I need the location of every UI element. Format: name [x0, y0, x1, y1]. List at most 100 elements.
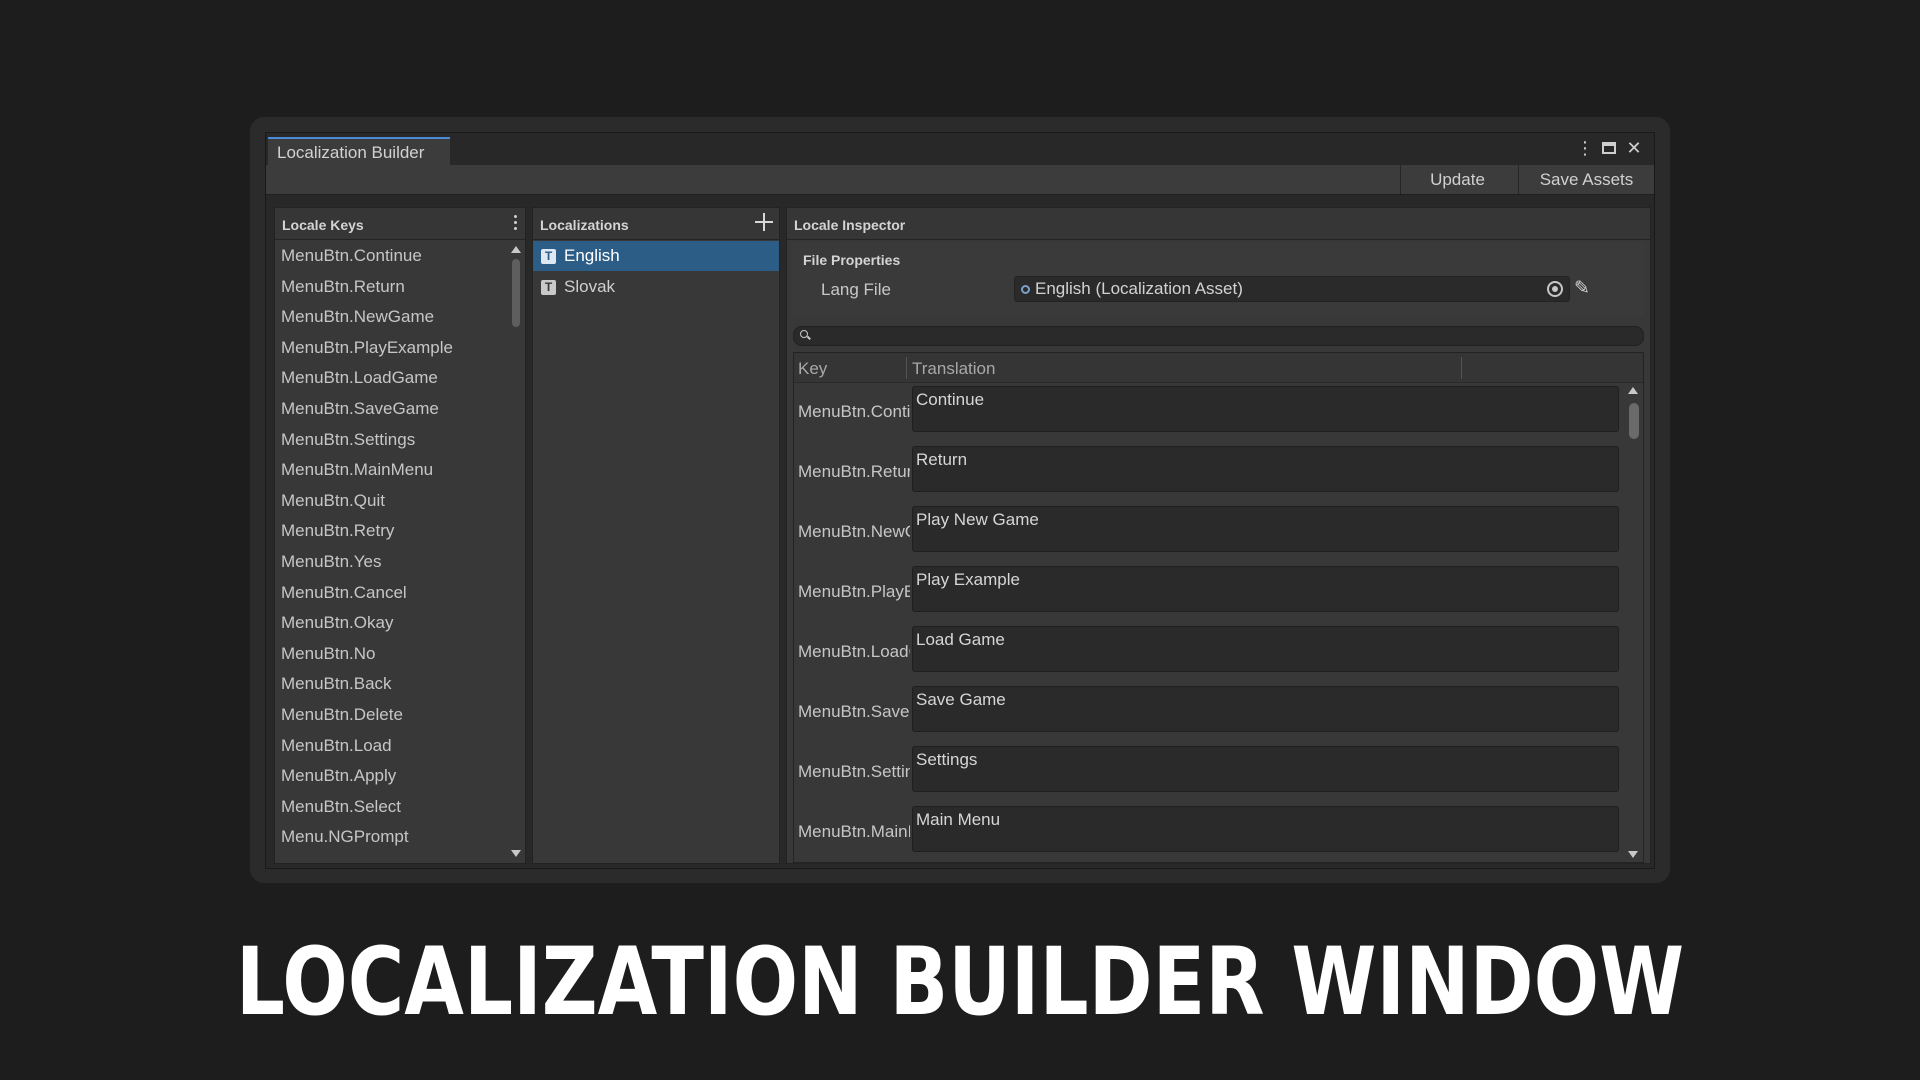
scroll-down-icon[interactable]	[511, 850, 521, 857]
locale-keys-title: Locale Keys	[282, 217, 364, 233]
table-row: MenuBtn.LoadGameLoad Game	[794, 623, 1621, 683]
localizations-header: Localizations	[533, 208, 779, 240]
more-options-icon[interactable]: ⋮	[1576, 139, 1594, 157]
translation-field[interactable]: Save Game	[912, 686, 1619, 732]
table-scrollbar[interactable]	[1623, 383, 1643, 862]
column-header-translation[interactable]: Translation	[912, 359, 995, 379]
scroll-up-icon[interactable]	[511, 246, 521, 253]
table-row: MenuBtn.NewGamePlay New Game	[794, 503, 1621, 563]
table-row: MenuBtn.PlayExamplePlay Example	[794, 563, 1621, 623]
table-row: MenuBtn.SaveGameSave Game	[794, 683, 1621, 743]
locale-keys-scrollbar[interactable]	[507, 241, 525, 863]
scroll-thumb[interactable]	[512, 259, 520, 327]
locale-key-item[interactable]: MenuBtn.LoadGame	[275, 363, 507, 394]
kebab-menu-icon[interactable]	[514, 215, 517, 230]
object-picker-icon[interactable]	[1547, 281, 1563, 297]
localizations-pane: Localizations T English T Slovak	[532, 207, 780, 864]
locale-key-item[interactable]: MenuBtn.PlayExample	[275, 333, 507, 364]
toolbar: Update Save Assets	[266, 165, 1654, 195]
localizations-list: T English T Slovak	[533, 241, 779, 302]
locale-keys-pane: Locale Keys MenuBtn.Continue MenuBtn.Retu…	[274, 207, 526, 864]
table-row: MenuBtn.SettingsSettings	[794, 743, 1621, 803]
window-tab[interactable]: Localization Builder	[268, 137, 450, 165]
locale-key-item[interactable]: MenuBtn.Okay	[275, 608, 507, 639]
file-properties-title: File Properties	[803, 252, 901, 268]
scroll-down-icon[interactable]	[1628, 851, 1638, 858]
search-input[interactable]	[793, 326, 1644, 346]
locale-keys-list: MenuBtn.Continue MenuBtn.Return MenuBtn.Ne…	[275, 241, 507, 863]
translation-field[interactable]: Continue	[912, 386, 1619, 432]
locale-keys-header: Locale Keys	[275, 208, 525, 240]
localization-item[interactable]: T Slovak	[533, 272, 779, 302]
locale-key-item[interactable]: MenuBtn.MainMenu	[275, 455, 507, 486]
row-key: MenuBtn.Settings	[798, 762, 910, 781]
column-divider[interactable]	[1461, 357, 1462, 379]
lang-file-value: English (Localization Asset)	[1035, 279, 1243, 298]
locale-key-item[interactable]: MenuBtn.Apply	[275, 761, 507, 792]
title-bar: Localization Builder ⋮ ✕	[266, 133, 1654, 165]
translation-field[interactable]: Return	[912, 446, 1619, 492]
table-row: MenuBtn.Return Return	[794, 443, 1621, 503]
locale-inspector-pane: Locale Inspector File Properties Lang Fi…	[786, 207, 1651, 864]
row-key: MenuBtn.NewGame	[798, 522, 910, 541]
locale-inspector-header: Locale Inspector	[787, 208, 1650, 240]
maximize-icon[interactable]	[1602, 142, 1616, 154]
localization-builder-window: Localization Builder ⋮ ✕ Update Save Ass…	[265, 132, 1655, 869]
update-button[interactable]: Update	[1400, 165, 1514, 194]
row-key: MenuBtn.Continue	[798, 402, 910, 421]
locale-key-item[interactable]: MenuBtn.Return	[275, 272, 507, 303]
locale-key-item[interactable]: MenuBtn.NewGame	[275, 302, 507, 333]
locale-key-item[interactable]: MenuBtn.No	[275, 639, 507, 670]
locale-inspector-title: Locale Inspector	[794, 217, 906, 233]
caption-title: LOCALIZATION BUILDER WINDOW	[235, 928, 1685, 1037]
save-assets-button[interactable]: Save Assets	[1518, 165, 1654, 194]
lang-file-label: Lang File	[821, 280, 891, 299]
translation-field[interactable]: Load Game	[912, 626, 1619, 672]
window-controls: ⋮ ✕	[1576, 139, 1642, 157]
locale-key-item[interactable]: MenuBtn.Select	[275, 792, 507, 823]
locale-key-item[interactable]: MenuBtn.Continue	[275, 241, 507, 272]
scroll-up-icon[interactable]	[1628, 387, 1638, 394]
locale-key-item[interactable]: MenuBtn.Retry	[275, 516, 507, 547]
text-asset-icon: T	[541, 279, 556, 295]
row-key: MenuBtn.PlayExample	[798, 582, 910, 601]
locale-key-item[interactable]: MenuBtn.Load	[275, 731, 507, 762]
locale-key-item[interactable]: MenuBtn.Quit	[275, 486, 507, 517]
add-localization-icon[interactable]	[755, 213, 773, 231]
locale-key-item[interactable]: MenuBtn.SaveGame	[275, 394, 507, 425]
localization-label: Slovak	[564, 277, 616, 296]
column-divider[interactable]	[906, 357, 907, 379]
row-key: MenuBtn.MainMenu	[798, 822, 910, 841]
close-icon[interactable]: ✕	[1626, 139, 1642, 157]
localizations-title: Localizations	[540, 217, 629, 233]
column-header-key[interactable]: Key	[798, 359, 827, 379]
localization-label: English	[564, 246, 620, 265]
locale-key-item[interactable]: MenuBtn.Cancel	[275, 578, 507, 609]
table-row: MenuBtn.ContinueContinue	[794, 383, 1621, 443]
translation-table: Key Translation MenuBtn.ContinueContinue…	[793, 352, 1644, 863]
locale-key-item[interactable]: MenuBtn.Yes	[275, 547, 507, 578]
table-row: MenuBtn.MainMenuMain Menu	[794, 803, 1621, 862]
translation-field[interactable]: Play Example	[912, 566, 1619, 612]
translation-field[interactable]: Settings	[912, 746, 1619, 792]
translation-field[interactable]: Main Menu	[912, 806, 1619, 852]
lang-file-field[interactable]: English (Localization Asset)	[1014, 276, 1570, 302]
row-key: MenuBtn.Return	[798, 462, 910, 481]
edit-pencil-icon[interactable]: ✎	[1574, 278, 1596, 300]
file-properties-section: File Properties Lang File English (Local…	[791, 242, 1644, 316]
scroll-thumb[interactable]	[1629, 403, 1639, 439]
locale-key-item[interactable]: MenuBtn.Delete	[275, 700, 507, 731]
text-asset-icon: T	[541, 248, 556, 264]
localization-item[interactable]: T English	[533, 241, 779, 271]
row-key: MenuBtn.LoadGame	[798, 642, 910, 661]
asset-icon	[1021, 285, 1030, 294]
body-area: Locale Keys MenuBtn.Continue MenuBtn.Retu…	[266, 195, 1654, 868]
locale-key-item[interactable]: MenuBtn.Back	[275, 669, 507, 700]
locale-key-item[interactable]: Menu.NGPrompt	[275, 822, 507, 853]
translation-field[interactable]: Play New Game	[912, 506, 1619, 552]
search-icon	[800, 330, 810, 340]
table-body: MenuBtn.ContinueContinueMenuBtn.ReturnRe…	[794, 383, 1621, 862]
locale-key-item[interactable]: MenuBtn.Settings	[275, 425, 507, 456]
row-key: MenuBtn.SaveGame	[798, 702, 910, 721]
table-header: Key Translation	[794, 353, 1643, 383]
